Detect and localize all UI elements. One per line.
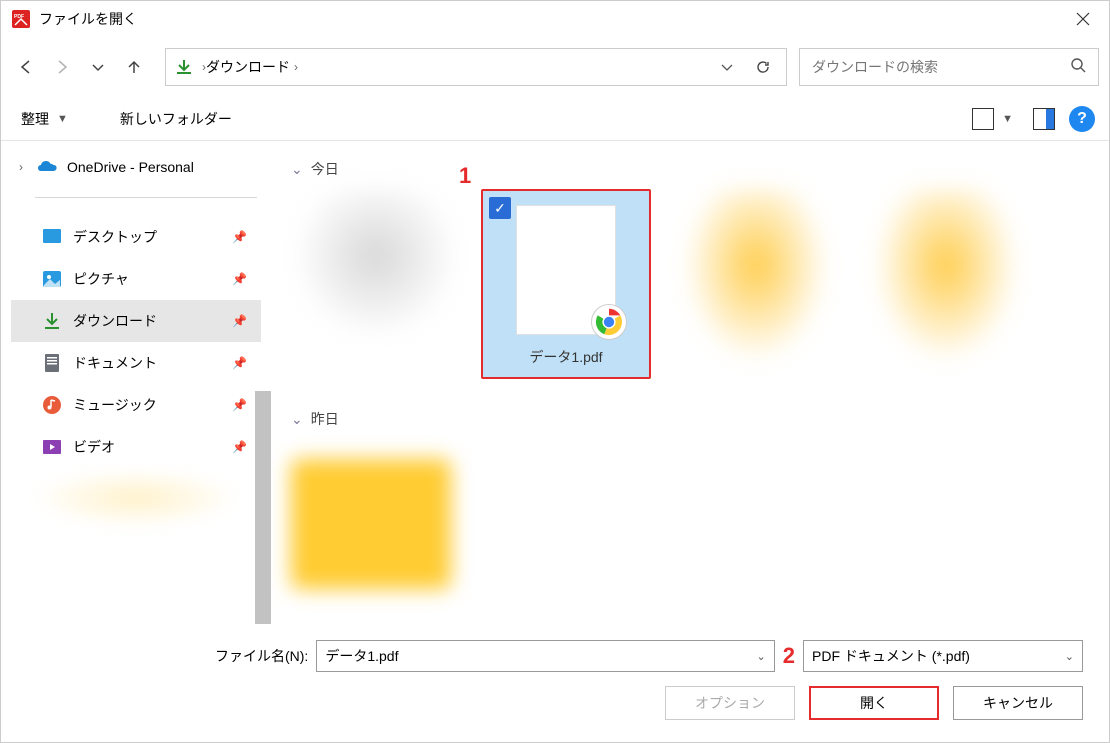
svg-text:PDF: PDF <box>14 14 24 20</box>
filename-input[interactable]: ⌄ <box>316 640 774 672</box>
file-item[interactable] <box>291 189 461 379</box>
file-thumbnail <box>516 205 616 335</box>
cancel-label: キャンセル <box>983 693 1053 713</box>
footer: ファイル名(N): ⌄ 2 PDF ドキュメント (*.pdf) ⌄ オプション… <box>1 624 1109 742</box>
checked-icon: ✓ <box>489 197 511 219</box>
search-box[interactable] <box>799 48 1099 86</box>
preview-pane-button[interactable] <box>1027 104 1061 134</box>
chevron-right-icon: › <box>294 60 298 74</box>
chevron-down-icon: ▼ <box>1002 113 1013 125</box>
file-item[interactable] <box>861 189 1031 379</box>
music-icon <box>41 394 63 416</box>
pin-icon: 📌 <box>232 440 247 454</box>
qa-music[interactable]: ミュージック 📌 <box>11 384 261 426</box>
onedrive-icon <box>37 156 59 178</box>
chevron-down-icon: ⌄ <box>291 411 303 428</box>
file-item-selected[interactable]: 1 ✓ データ1.pdf <box>481 189 651 379</box>
qa-video[interactable]: ビデオ 📌 <box>11 426 261 468</box>
open-button[interactable]: 開く <box>809 686 939 720</box>
qa-desktop[interactable]: デスクトップ 📌 <box>11 216 261 258</box>
chevron-down-icon: ▼ <box>57 113 68 125</box>
back-button[interactable] <box>11 52 41 82</box>
qa-label: デスクトップ <box>73 227 157 247</box>
annotation-2: 2 <box>783 643 795 669</box>
search-icon[interactable] <box>1070 57 1086 78</box>
filename-label: ファイル名(N): <box>215 646 308 666</box>
sidebar: › OneDrive - Personal デスクトップ 📌 ピクチャ 📌 ダウ… <box>1 141 271 624</box>
blurred-item <box>31 468 241 528</box>
download-folder-icon <box>174 57 194 77</box>
tree-onedrive[interactable]: › OneDrive - Personal <box>11 149 261 185</box>
close-button[interactable] <box>1061 1 1105 37</box>
group-yesterday[interactable]: ⌄ 昨日 <box>291 409 1073 429</box>
forward-button[interactable] <box>47 52 77 82</box>
qa-label: ピクチャ <box>73 269 129 289</box>
video-icon <box>41 436 63 458</box>
qa-label: ミュージック <box>73 395 157 415</box>
help-button[interactable]: ? <box>1069 106 1095 132</box>
chevron-down-icon: ⌄ <box>1065 650 1074 663</box>
new-folder-button[interactable]: 新しいフォルダー <box>114 105 238 133</box>
organize-label: 整理 <box>21 109 49 129</box>
filter-label: PDF ドキュメント (*.pdf) <box>812 646 1065 666</box>
group-label: 今日 <box>311 159 339 179</box>
cancel-button[interactable]: キャンセル <box>953 686 1083 720</box>
address-bar[interactable]: › ダウンロード › <box>165 48 787 86</box>
up-button[interactable] <box>119 52 149 82</box>
qa-label: ビデオ <box>73 437 115 457</box>
qa-downloads[interactable]: ダウンロード 📌 <box>11 300 261 342</box>
content-scrollbar[interactable] <box>1093 141 1109 624</box>
organize-button[interactable]: 整理 ▼ <box>15 105 74 133</box>
refresh-button[interactable] <box>748 52 778 82</box>
view-mode-button[interactable]: ▼ <box>966 104 1019 134</box>
qa-label: ダウンロード <box>73 311 157 331</box>
new-folder-label: 新しいフォルダー <box>120 109 232 129</box>
qa-documents[interactable]: ドキュメント 📌 <box>11 342 261 384</box>
qa-pictures[interactable]: ピクチャ 📌 <box>11 258 261 300</box>
titlebar: PDF ファイルを開く <box>1 1 1109 37</box>
pin-icon: 📌 <box>232 398 247 412</box>
pin-icon: 📌 <box>232 314 247 328</box>
file-item[interactable] <box>671 189 841 379</box>
window-title: ファイルを開く <box>39 9 1061 29</box>
group-label: 昨日 <box>311 409 339 429</box>
filename-field[interactable] <box>325 648 756 664</box>
annotation-1: 1 <box>459 163 471 189</box>
filter-select[interactable]: PDF ドキュメント (*.pdf) ⌄ <box>803 640 1083 672</box>
group-today[interactable]: ⌄ 今日 <box>291 159 1073 179</box>
chevron-right-icon: › <box>19 160 37 174</box>
app-pdf-icon: PDF <box>11 9 31 29</box>
toolbar: 整理 ▼ 新しいフォルダー ▼ ? <box>1 97 1109 141</box>
pictures-icon <box>41 268 63 290</box>
downloads-icon <box>41 310 63 332</box>
recent-dropdown[interactable] <box>83 52 113 82</box>
documents-icon <box>41 352 63 374</box>
nav-row: › ダウンロード › <box>1 37 1109 97</box>
file-pane[interactable]: ⌄ 今日 1 ✓ データ1.pdf ⌄ 昨日 <box>271 141 1093 624</box>
address-dropdown[interactable] <box>712 52 742 82</box>
file-name: データ1.pdf <box>529 347 602 367</box>
chevron-down-icon[interactable]: ⌄ <box>757 650 766 663</box>
desktop-icon <box>41 226 63 248</box>
pin-icon: 📌 <box>232 230 247 244</box>
chevron-down-icon: ⌄ <box>291 161 303 178</box>
breadcrumb-folder[interactable]: ダウンロード <box>206 57 290 77</box>
pin-icon: 📌 <box>232 272 247 286</box>
preview-pane-icon <box>1033 108 1055 130</box>
view-icon <box>972 108 994 130</box>
tree-label: OneDrive - Personal <box>67 159 194 175</box>
pin-icon: 📌 <box>232 356 247 370</box>
divider <box>35 197 257 198</box>
file-item[interactable] <box>291 439 461 624</box>
open-label: 開く <box>860 693 888 713</box>
qa-label: ドキュメント <box>73 353 157 373</box>
options-label: オプション <box>695 693 765 713</box>
options-button[interactable]: オプション <box>665 686 795 720</box>
scrollbar-thumb[interactable] <box>255 391 271 624</box>
chrome-icon <box>591 304 627 340</box>
search-input[interactable] <box>812 59 1070 75</box>
